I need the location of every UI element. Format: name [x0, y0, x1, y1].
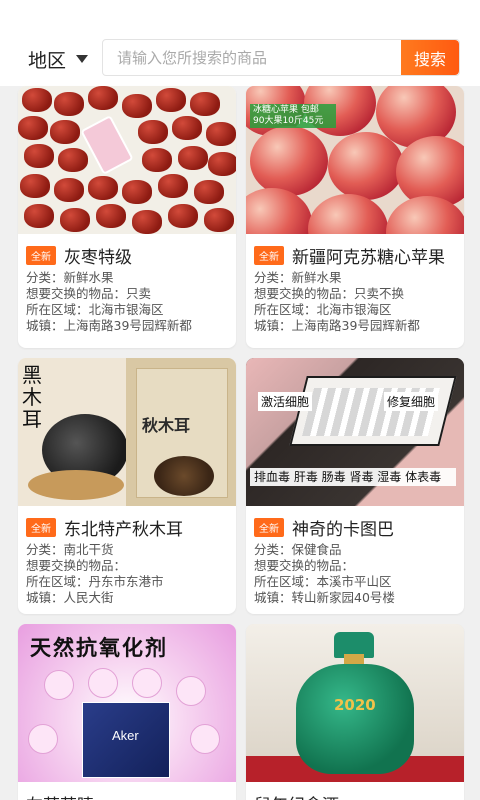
region-selector[interactable]: 地区	[28, 44, 89, 74]
meta-area: 所在区域：北海市银海区	[254, 302, 392, 317]
meta-town: 城镇：转山新家园40号楼	[254, 590, 395, 605]
product-card[interactable]: 2020 鼠年纪念酒	[246, 624, 464, 800]
top-bar: 地区 搜索	[0, 0, 480, 86]
meta-category: 分类：新鲜水果	[254, 270, 342, 285]
product-card[interactable]: 全新 灰枣特级 分类：新鲜水果 想要交换的物品：只卖 所在区域：北海市银海区 城…	[18, 86, 236, 348]
app-root: 地区 搜索	[0, 0, 480, 800]
region-label: 地区	[28, 49, 67, 72]
meta-exchange: 想要交换的物品：只卖不换	[254, 286, 405, 301]
thumb-caption: 天然抗氧化剂	[30, 635, 168, 660]
product-card[interactable]: 激活细胞 修复细胞 排血毒 肝毒 肠毒 肾毒 湿毒 体表毒 全新 神奇的卡图巴 …	[246, 358, 464, 614]
thumb-caption: Aker	[112, 728, 139, 743]
search-box: 搜索	[102, 39, 460, 76]
meta-area: 所在区域：丹东市东港市	[26, 574, 164, 589]
meta-town: 城镇：上海南路39号园辉新都	[254, 318, 420, 333]
meta-exchange: 想要交换的物品：	[26, 558, 127, 573]
product-title: 东北特产秋木耳	[64, 519, 183, 540]
product-title: 新疆阿克苏糖心苹果	[292, 247, 445, 268]
thumb-caption: 排血毒 肝毒 肠毒 肾毒 湿毒 体表毒	[250, 468, 456, 486]
meta-town: 城镇：上海南路39号园辉新都	[26, 318, 192, 333]
product-image: 天然抗氧化剂 Aker	[18, 624, 236, 782]
meta-town: 城镇：人民大街	[26, 590, 114, 605]
product-image: 冰糖心苹果 包邮 90大果10斤45元	[246, 86, 464, 234]
meta-category: 分类：新鲜水果	[26, 270, 114, 285]
thumb-caption: 2020	[334, 696, 376, 714]
condition-badge: 全新	[26, 245, 56, 265]
product-image: 黑木耳 秋木耳	[18, 358, 236, 506]
promo-tag: 冰糖心苹果 包邮 90大果10斤45元	[250, 104, 336, 128]
meta-area: 所在区域：本溪市平山区	[254, 574, 392, 589]
condition-badge: 全新	[26, 517, 56, 537]
search-button[interactable]: 搜索	[401, 40, 459, 75]
search-input[interactable]	[103, 40, 403, 75]
meta-exchange: 想要交换的物品：	[254, 558, 355, 573]
meta-category: 分类：南北干货	[26, 542, 114, 557]
thumb-caption: 激活细胞	[258, 392, 313, 411]
product-card[interactable]: 天然抗氧化剂 Aker 左营营睛	[18, 624, 236, 800]
thumb-caption: 修复细胞	[384, 392, 439, 411]
product-image: 2020	[246, 624, 464, 782]
product-title: 神奇的卡图巴	[292, 519, 394, 540]
meta-category: 分类：保健食品	[254, 542, 342, 557]
product-title: 灰枣特级	[64, 247, 132, 268]
thumb-caption: 黑木耳	[22, 363, 42, 431]
product-card[interactable]: 黑木耳 秋木耳 全新 东北特产秋木耳 分类：南北干货 想要交换的物品： 所在区域…	[18, 358, 236, 614]
meta-exchange: 想要交换的物品：只卖	[26, 286, 152, 301]
product-title: 鼠年纪念酒	[254, 791, 339, 800]
thumb-caption: 秋木耳	[142, 416, 191, 435]
product-card[interactable]: 冰糖心苹果 包邮 90大果10斤45元 全新 新疆阿克苏糖心苹果 分类：新鲜水果…	[246, 86, 464, 348]
product-image	[18, 86, 236, 234]
caret-down-icon	[76, 55, 89, 63]
product-image: 激活细胞 修复细胞 排血毒 肝毒 肠毒 肾毒 湿毒 体表毒	[246, 358, 464, 506]
product-title: 左营营睛	[26, 791, 94, 800]
condition-badge: 全新	[254, 517, 284, 537]
condition-badge: 全新	[254, 245, 284, 265]
meta-area: 所在区域：北海市银海区	[26, 302, 164, 317]
